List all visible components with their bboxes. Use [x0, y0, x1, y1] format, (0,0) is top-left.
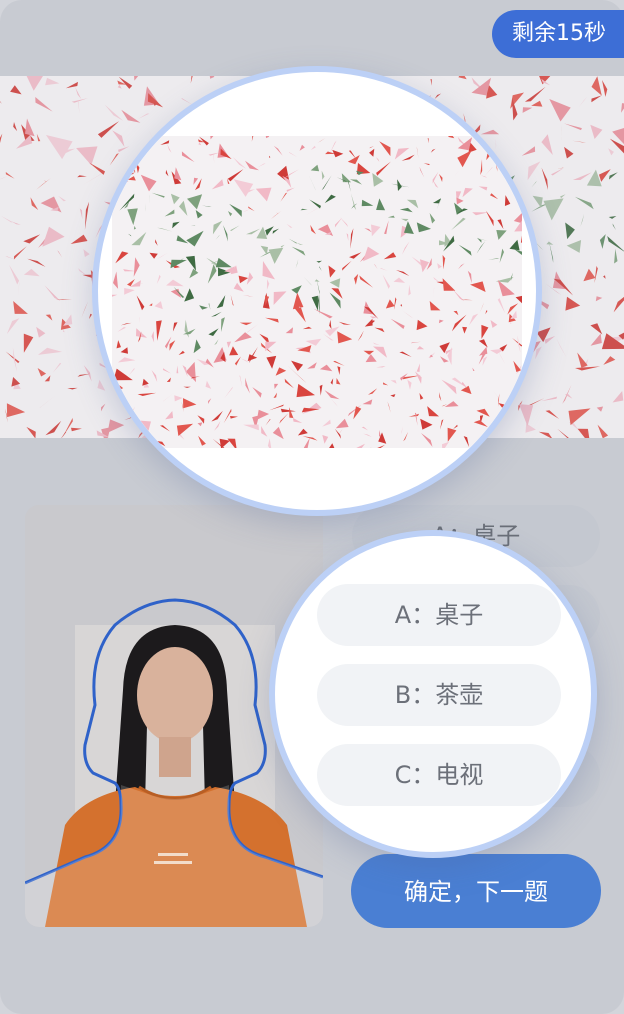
option-a-button[interactable]: A：桌子: [317, 584, 561, 646]
color-plate-magnifier: [92, 66, 542, 516]
color-vision-plate: [112, 136, 522, 448]
confirm-next-button[interactable]: 确定，下一题: [351, 854, 601, 928]
option-b-button[interactable]: B：茶壶: [317, 664, 561, 726]
options-magnifier: A：桌子 B：茶壶 C：电视: [269, 530, 597, 858]
test-card: 剩余15秒 A：桌子 确定，下一题: [0, 0, 624, 1014]
option-c-button[interactable]: C：电视: [317, 744, 561, 806]
timer-badge: 剩余15秒: [492, 10, 624, 58]
